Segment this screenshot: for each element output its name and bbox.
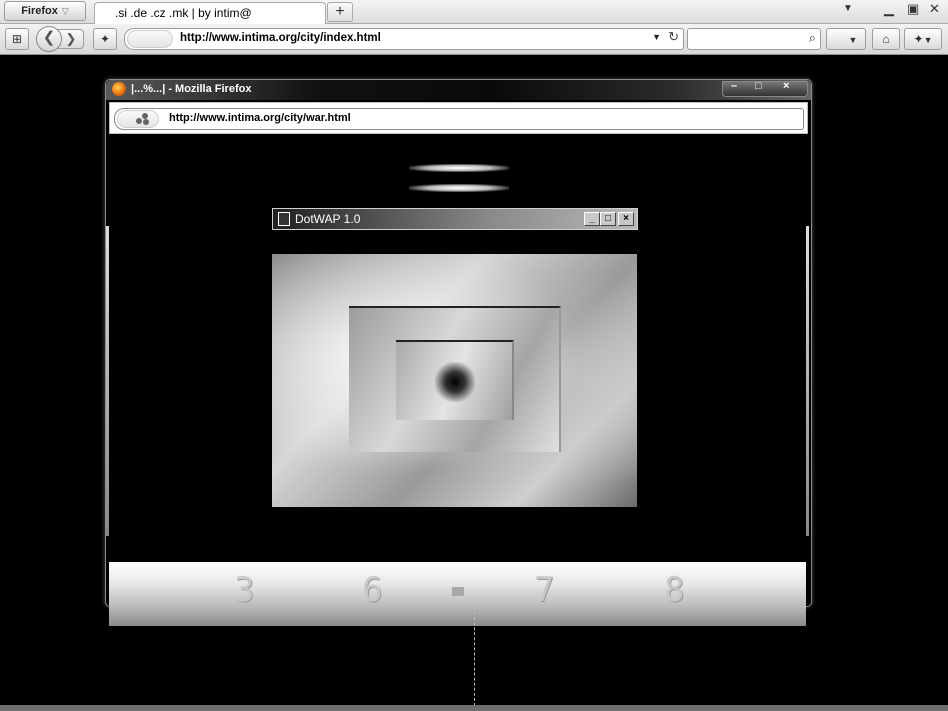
digit-link-1[interactable]: 3 bbox=[234, 570, 254, 610]
grayscale-photo[interactable] bbox=[272, 254, 637, 507]
status-bar-strip bbox=[0, 705, 948, 711]
home-button[interactable]: ⌂ bbox=[872, 28, 900, 50]
digit-link-2[interactable]: 6 bbox=[362, 570, 382, 610]
new-window-button[interactable]: ⊞ bbox=[5, 28, 29, 50]
close-window-icon[interactable]: ✕ bbox=[929, 1, 940, 17]
home-icon: ⌂ bbox=[882, 32, 890, 46]
digit-separator bbox=[452, 587, 464, 596]
minimize-window-icon[interactable]: ▁ bbox=[884, 1, 894, 17]
dotwap-title: DotWAP 1.0 bbox=[295, 212, 361, 226]
forward-arrow-icon: ❯ bbox=[65, 31, 77, 46]
dotwap-app-icon bbox=[278, 212, 290, 226]
tab-bar: Firefox ▽ .si .de .cz .mk | by intim@ + ▼… bbox=[0, 0, 948, 24]
search-icon[interactable]: ⌕ bbox=[809, 30, 816, 46]
firefox-menu-label: Firefox bbox=[21, 5, 58, 17]
dashed-divider bbox=[474, 612, 475, 711]
popup-close-icon[interactable]: × bbox=[783, 80, 789, 92]
popup-minimize-icon[interactable]: – bbox=[731, 80, 737, 92]
dotwap-maximize-button[interactable]: □ bbox=[600, 212, 616, 226]
restore-window-icon[interactable]: ▣ bbox=[907, 1, 919, 17]
back-forward-group: ❮ ❯ bbox=[36, 26, 86, 52]
reload-icon[interactable]: ↻ bbox=[668, 29, 679, 45]
digit-link-4[interactable]: 8 bbox=[664, 570, 684, 610]
right-rail bbox=[806, 226, 809, 536]
url-bar[interactable]: http://www.intima.org/city/index.html ▼ … bbox=[124, 28, 684, 50]
chevron-down-icon: ▼ bbox=[848, 35, 858, 45]
glow-bar-bottom bbox=[409, 184, 509, 192]
glow-bar-top bbox=[409, 164, 509, 172]
dotwap-close-button[interactable]: × bbox=[618, 212, 634, 226]
bookmarks-menu-button[interactable]: ✦▼ bbox=[904, 28, 942, 50]
popup-maximize-icon[interactable]: □ bbox=[755, 80, 762, 92]
digit-link-3[interactable]: 7 bbox=[534, 570, 554, 610]
tab-title: .si .de .cz .mk | by intim@ bbox=[115, 6, 252, 20]
url-dropdown-icon[interactable]: ▼ bbox=[652, 32, 661, 42]
search-input[interactable]: ⌕ bbox=[687, 28, 821, 50]
tab-active[interactable]: .si .de .cz .mk | by intim@ bbox=[94, 2, 326, 24]
popup-url-text: http://www.intima.org/city/war.html bbox=[169, 112, 351, 124]
photo-dark-center bbox=[435, 362, 475, 402]
popup-window: |...%...| - Mozilla Firefox – □ × http:/… bbox=[105, 79, 812, 626]
back-arrow-icon: ❮ bbox=[42, 29, 56, 46]
back-button[interactable]: ❮ bbox=[36, 26, 62, 52]
popup-page-content: DotWAP 1.0 _ □ × 3 6 7 8 bbox=[106, 134, 809, 626]
popup-url-field[interactable]: http://www.intima.org/city/war.html bbox=[114, 108, 804, 130]
firefox-menu-button[interactable]: Firefox ▽ bbox=[4, 1, 86, 21]
chevron-down-icon: ▼ bbox=[923, 35, 933, 45]
site-identity-icon bbox=[117, 110, 159, 128]
chevron-down-icon: ▽ bbox=[61, 6, 69, 16]
url-text: http://www.intima.org/city/index.html bbox=[180, 32, 381, 44]
tab-list-dropdown-icon[interactable]: ▼ bbox=[843, 3, 853, 14]
plus-box-icon: ⊞ bbox=[11, 32, 23, 46]
popup-title: |...%...| - Mozilla Firefox bbox=[131, 83, 252, 95]
popup-location-bar: http://www.intima.org/city/war.html bbox=[109, 102, 808, 134]
navigation-toolbar: ⊞ ❮ ❯ ✦ http://www.intima.org/city/index… bbox=[0, 24, 948, 55]
site-identity-button[interactable] bbox=[127, 30, 173, 48]
bookmarks-icon: ✦ bbox=[913, 32, 924, 46]
digit-nav-bar: 3 6 7 8 bbox=[109, 562, 806, 626]
firefox-logo-icon bbox=[112, 82, 126, 96]
popup-titlebar[interactable]: |...%...| - Mozilla Firefox – □ × bbox=[106, 80, 811, 100]
bookmark-star-icon: ✦ bbox=[99, 32, 111, 46]
dotwap-titlebar[interactable]: DotWAP 1.0 _ □ × bbox=[272, 208, 638, 230]
popup-window-controls: – □ × bbox=[722, 80, 808, 97]
new-tab-button[interactable]: + bbox=[327, 2, 353, 22]
dotwap-minimize-button[interactable]: _ bbox=[584, 212, 600, 226]
search-engine-dropdown[interactable]: ▼ bbox=[826, 28, 866, 50]
left-rail bbox=[106, 226, 109, 536]
bookmark-page-button[interactable]: ✦ bbox=[93, 28, 117, 50]
